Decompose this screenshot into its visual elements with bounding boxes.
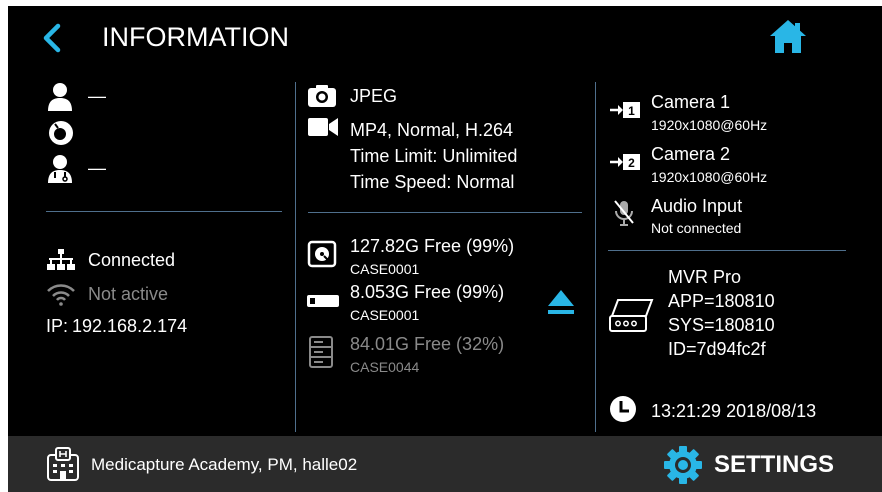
hospital-icon [47, 447, 79, 481]
divider-inputs [608, 250, 846, 251]
time-speed: Time Speed: Normal [350, 172, 515, 192]
physician-name-value: — [88, 158, 106, 178]
device-model: MVR Pro [668, 267, 742, 287]
footer-bar: Medicapture Academy, PM, halle02 SETTING [8, 436, 882, 492]
home-button[interactable] [768, 18, 808, 56]
storage-3-free: 84.01G Free (32%) [350, 334, 505, 354]
date-time: 13:21:29 2018/08/13 [651, 401, 817, 421]
camera-2-name: Camera 2 [651, 144, 731, 164]
column-divider-left [295, 82, 296, 432]
column-divider-right [595, 82, 596, 432]
input-2-icon: 2 [610, 154, 640, 170]
settings-button[interactable]: SETTINGS [661, 442, 845, 486]
storage-1-case: CASE0001 [350, 261, 420, 277]
audio-input-name: Audio Input [651, 196, 743, 216]
network-status: Connected [88, 250, 176, 270]
gear-icon [664, 446, 702, 484]
storage-3-case: CASE0044 [350, 359, 420, 375]
server-storage-icon [309, 336, 333, 368]
page-title: INFORMATION [102, 22, 289, 52]
back-button[interactable] [38, 22, 68, 54]
eject-button[interactable] [546, 288, 576, 316]
disk-drive-icon [307, 240, 337, 268]
clock-icon [610, 396, 636, 422]
divider-patient [46, 211, 282, 212]
eject-icon [548, 290, 574, 314]
network-icon [47, 249, 75, 270]
wifi-status: Not active [88, 284, 169, 304]
facility-name: Medicapture Academy, PM, halle02 [91, 455, 358, 474]
time-limit: Time Limit: Unlimited [350, 146, 518, 166]
audio-input-status: Not connected [651, 220, 742, 236]
video-camera-icon [308, 118, 338, 136]
divider-recording [308, 212, 582, 213]
procedure-icon [49, 121, 73, 145]
svg-text:1: 1 [628, 104, 635, 118]
camera-1-name: Camera 1 [651, 92, 731, 112]
camera-icon [308, 85, 336, 107]
video-format: MP4, Normal, H.264 [350, 120, 514, 140]
storage-1-free: 127.82G Free (99%) [350, 236, 515, 256]
svg-text:2: 2 [628, 156, 635, 170]
physician-icon [48, 155, 72, 183]
photo-format: JPEG [350, 86, 398, 106]
patient-icon [48, 83, 72, 111]
device-app-version: APP=180810 [668, 291, 775, 311]
storage-2-free: 8.053G Free (99%) [350, 282, 505, 302]
usb-drive-icon [307, 295, 339, 307]
storage-2-case: CASE0001 [350, 307, 420, 323]
device-sys-version: SYS=180810 [668, 315, 775, 335]
camera-1-resolution: 1920x1080@60Hz [651, 117, 768, 133]
ip-address: 192.168.2.174 [72, 316, 188, 336]
chevron-left-icon [43, 23, 61, 53]
microphone-muted-icon [614, 200, 634, 226]
information-screen: INFORMATION — — Connected Not active IP:… [8, 6, 882, 492]
home-icon [770, 20, 806, 53]
recorder-device-icon [609, 299, 654, 332]
input-1-icon: 1 [610, 102, 640, 118]
settings-label: SETTINGS [714, 451, 835, 478]
ip-label: IP: [46, 316, 69, 336]
wifi-icon [47, 284, 75, 306]
patient-name-value: — [88, 86, 106, 106]
camera-2-resolution: 1920x1080@60Hz [651, 169, 768, 185]
device-id: ID=7d94fc2f [668, 339, 766, 359]
